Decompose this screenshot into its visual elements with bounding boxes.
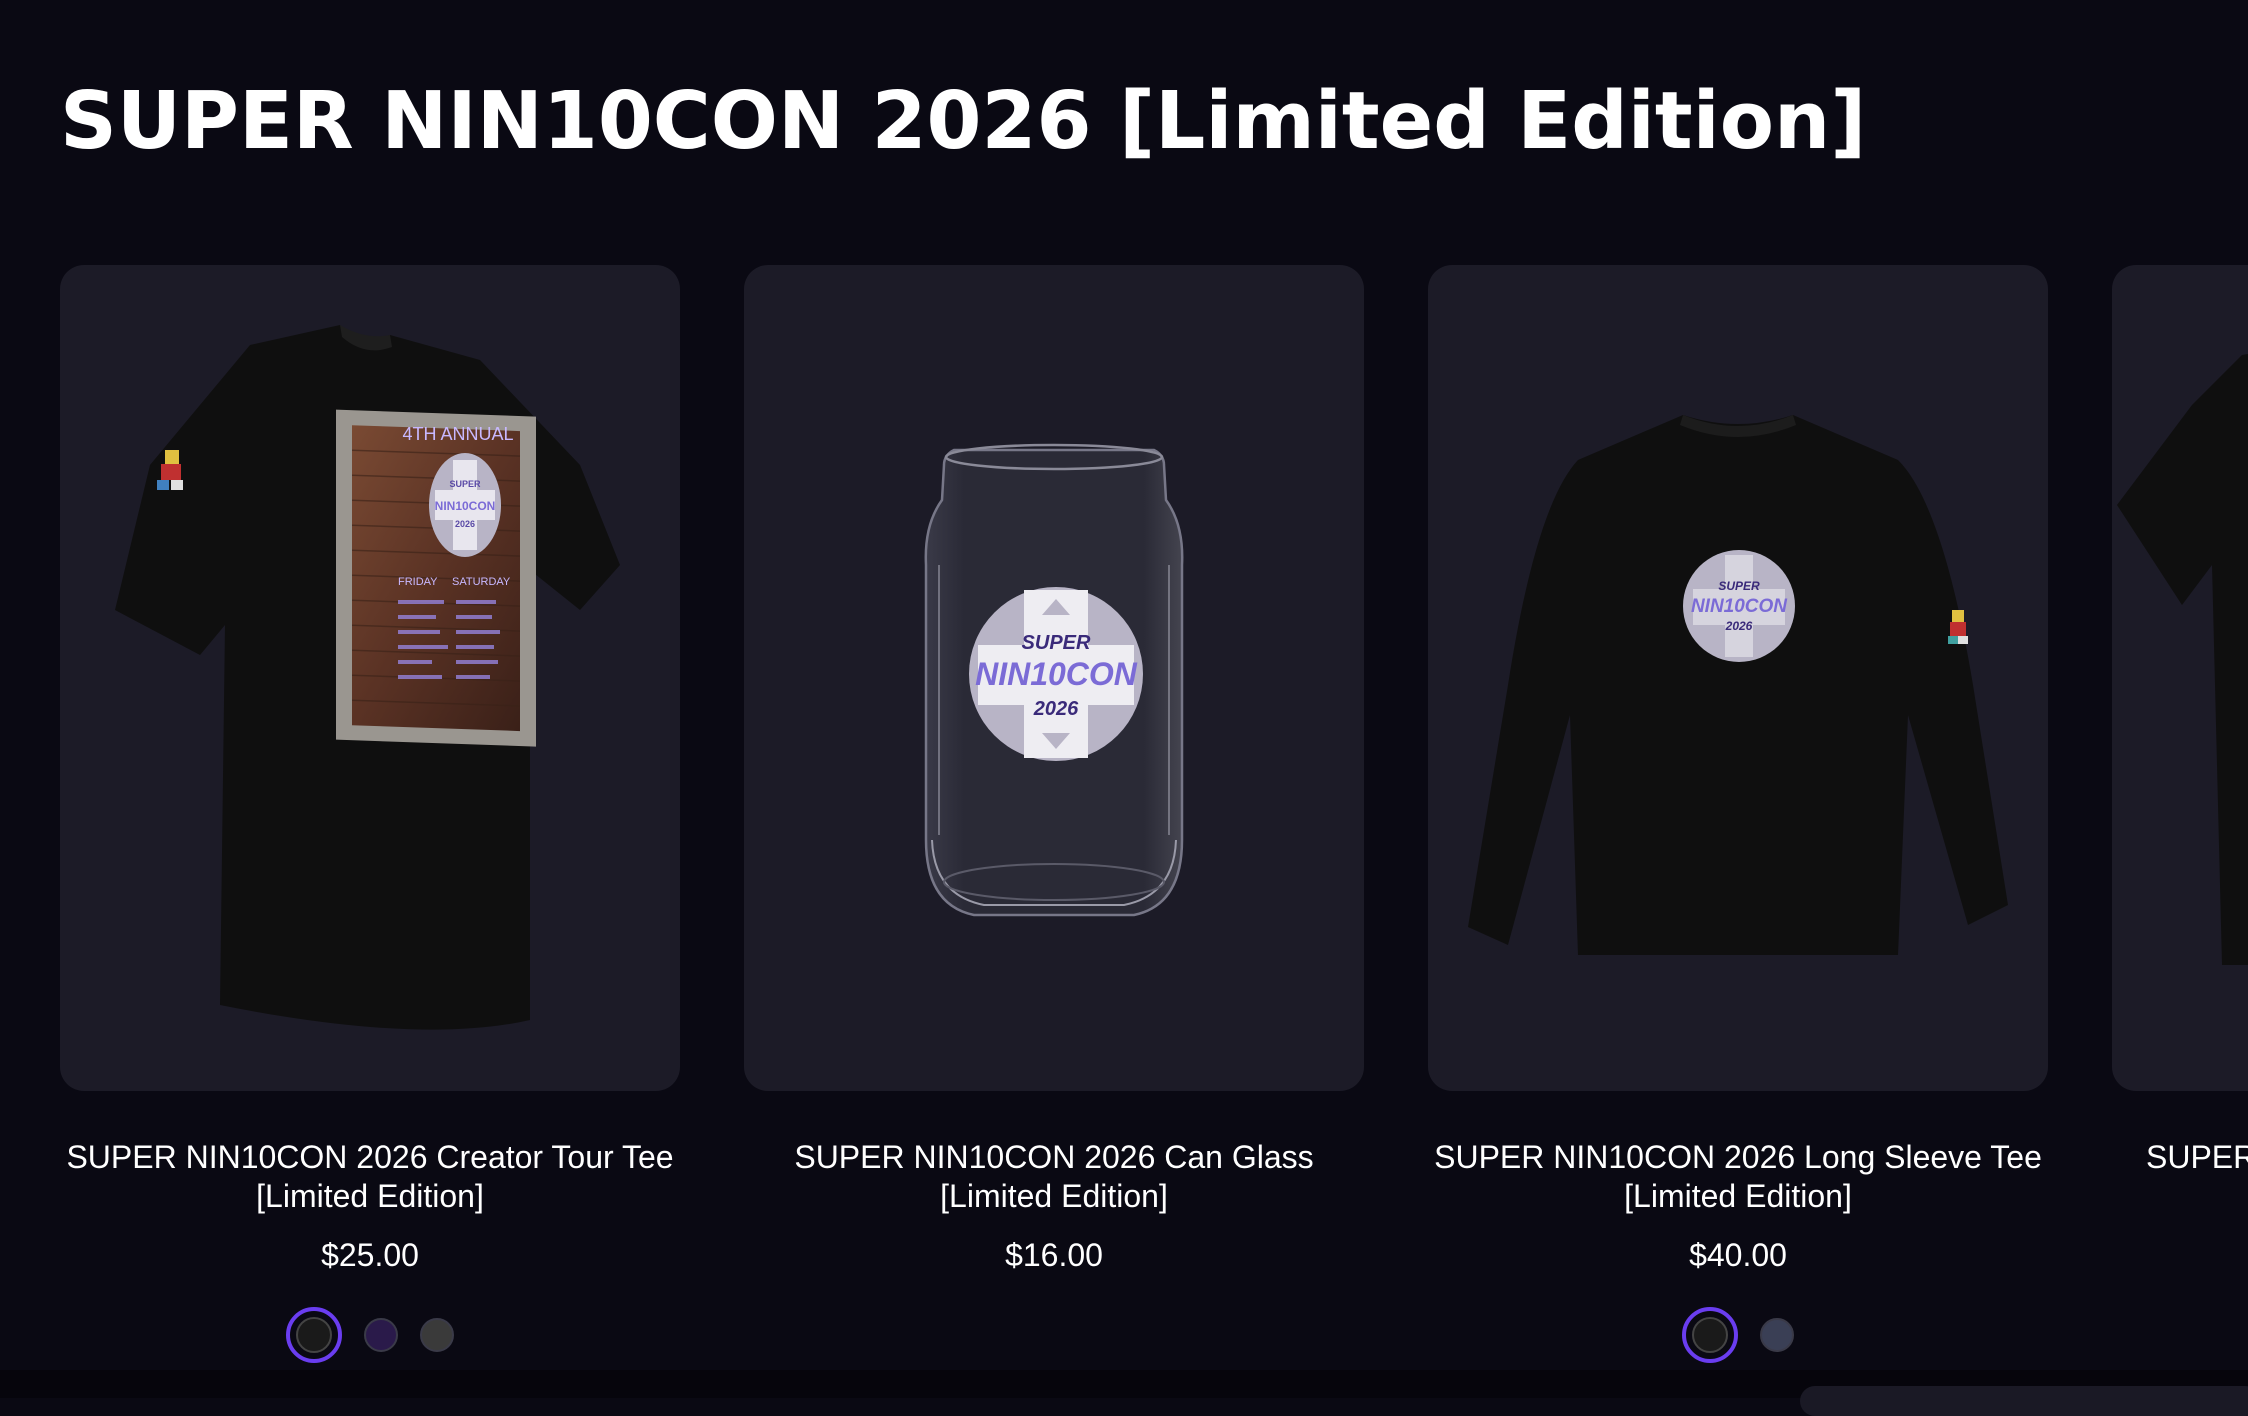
svg-text:NIN10CON: NIN10CON [435,499,496,513]
tshirt-icon: 4TH ANNUAL SUPER NIN10CON 2026 FRIDAY SA… [115,325,620,1030]
product-title-line[interactable]: SUPER NIN10CON 2026 Creator Tour Tee [66,1138,674,1177]
tshirt-icon [2117,353,2248,965]
product-price: $25.00 [321,1237,419,1273]
svg-text:2026: 2026 [455,519,475,529]
product-title[interactable]: SUPER NIN10CON 2026 Can Glass [Limited E… [744,1138,1364,1216]
product-image[interactable]: SUPER NIN10CON 2026 [744,265,1364,1091]
product-carousel[interactable]: 4TH ANNUAL SUPER NIN10CON 2026 FRIDAY SA… [0,265,2248,1398]
svg-text:FRIDAY: FRIDAY [398,576,438,588]
product-card[interactable]: SUPER NIN10CON 2026 SUPER NIN10CON 2026 … [1428,265,2048,1363]
color-swatch[interactable] [364,1318,398,1352]
product-image[interactable] [2112,265,2248,1091]
product-image[interactable]: SUPER NIN10CON 2026 [1428,265,2048,1091]
color-swatch[interactable] [420,1318,454,1352]
product-title[interactable]: SUPER NIN10CON 2026 Creator Tour Tee [Li… [60,1138,680,1216]
product-title-line[interactable]: [Limited Edition] [750,1177,1358,1216]
svg-text:SUPER: SUPER [1718,579,1760,593]
color-swatch-selected[interactable] [1682,1307,1738,1363]
product-title-line[interactable]: SUPER NIN10CON 2026 Long Sleeve Tee [1434,1138,2042,1177]
product-title[interactable]: SUPER [2146,1138,2248,1177]
svg-text:NIN10CON: NIN10CON [1691,596,1788,617]
long-sleeve-icon: SUPER NIN10CON 2026 [1468,415,2008,955]
color-swatches [1428,1307,2048,1363]
product-title-line[interactable]: SUPER NIN10CON 2026 Can Glass [750,1138,1358,1177]
svg-text:2026: 2026 [1725,619,1753,633]
product-card[interactable]: 4TH ANNUAL SUPER NIN10CON 2026 FRIDAY SA… [60,265,680,1363]
product-price: $16.00 [1005,1237,1103,1273]
product-title-line[interactable]: [Limited Edition] [1434,1177,2042,1216]
svg-text:SATURDAY: SATURDAY [452,576,511,588]
glass-icon: SUPER NIN10CON 2026 [924,443,1184,917]
svg-text:NIN10CON: NIN10CON [975,656,1138,692]
color-swatch[interactable] [1760,1318,1794,1352]
product-title[interactable]: SUPER NIN10CON 2026 Long Sleeve Tee [Lim… [1428,1138,2048,1216]
color-swatch-selected[interactable] [286,1307,342,1363]
bottom-scroll-pill[interactable] [1800,1386,2248,1416]
print-top-text: 4TH ANNUAL [402,424,513,444]
product-image[interactable]: 4TH ANNUAL SUPER NIN10CON 2026 FRIDAY SA… [60,265,680,1091]
product-card[interactable]: SUPER NIN10CON 2026 SUPER NIN10CON 2026 … [744,265,1364,1275]
svg-text:SUPER: SUPER [1022,632,1091,654]
page-title: SUPER NIN10CON 2026 [Limited Edition] [60,75,1867,167]
product-price: $40.00 [1689,1237,1787,1273]
svg-text:SUPER: SUPER [449,479,481,489]
color-swatches [60,1307,680,1363]
svg-text:2026: 2026 [1033,698,1079,720]
product-card-partial[interactable] [2112,265,2248,1091]
product-title-line[interactable]: [Limited Edition] [66,1177,674,1216]
